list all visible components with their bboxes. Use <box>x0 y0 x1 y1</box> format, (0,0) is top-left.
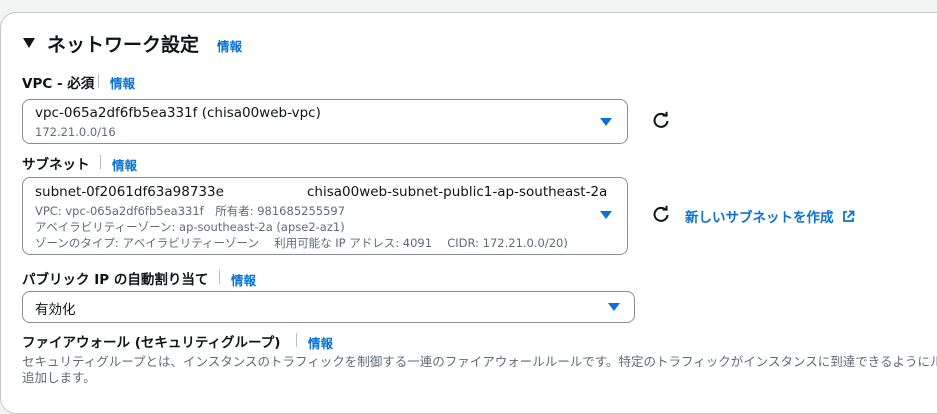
public-ip-select-value: 有効化 <box>35 302 76 318</box>
section-title: ネットワーク設定 <box>47 34 200 56</box>
external-link-icon <box>842 210 854 222</box>
vpc-info-link[interactable]: 情報 <box>110 73 135 92</box>
section-info-link[interactable]: 情報 <box>217 36 242 55</box>
subnet-zone-info: ゾーンのタイプ: アベイラビリティーゾーン 利用可能な IP アドレス: 409… <box>35 236 568 250</box>
public-ip-label: パブリック IP の自動割り当て <box>22 272 209 288</box>
network-settings-panel: ネットワーク設定 情報 VPC - 必須 情報 vpc-065a2df6fb5e… <box>0 12 937 414</box>
subnet-select[interactable]: subnet-0f2061df63a98733e chisa00web-subn… <box>22 177 628 255</box>
divider <box>219 270 220 284</box>
subnet-info-link[interactable]: 情報 <box>112 155 137 174</box>
refresh-icon[interactable] <box>651 205 671 225</box>
firewall-description-line1: セキュリティグループとは、インスタンスのトラフィックを制御する一連のファイアウォ… <box>22 354 937 369</box>
caret-down-icon[interactable] <box>22 37 36 49</box>
vpc-select[interactable]: vpc-065a2df6fb5ea331f (chisa00web-vpc) 1… <box>22 99 628 144</box>
subnet-id: subnet-0f2061df63a98733e <box>35 184 224 200</box>
create-subnet-label: 新しいサブネットを作成 <box>685 210 834 226</box>
vpc-select-value: vpc-065a2df6fb5ea331f (chisa00web-vpc) <box>35 105 321 121</box>
divider <box>98 74 99 88</box>
create-subnet-link[interactable]: 新しいサブネットを作成 <box>685 206 855 226</box>
chevron-down-icon <box>600 118 612 126</box>
firewall-label: ファイアウォール (セキュリティグループ) <box>22 335 281 351</box>
refresh-icon[interactable] <box>651 111 671 131</box>
firewall-info-link[interactable]: 情報 <box>308 333 333 352</box>
vpc-cidr: 172.21.0.0/16 <box>35 125 116 139</box>
public-ip-info-link[interactable]: 情報 <box>231 270 256 289</box>
subnet-az: アベイラビリティーゾーン: ap-southeast-2a (apse2-az1… <box>35 220 345 234</box>
subnet-name: chisa00web-subnet-public1-ap-southeast-2… <box>307 184 608 200</box>
divider <box>100 155 101 169</box>
chevron-down-icon <box>608 303 620 311</box>
vpc-label: VPC - 必須 <box>22 76 95 92</box>
firewall-description-line2: 追加します。 <box>22 370 96 385</box>
subnet-vpc-owner: VPC: vpc-065a2df6fb5ea331f 所有者: 98168525… <box>35 204 346 218</box>
public-ip-select[interactable]: 有効化 <box>22 291 635 323</box>
chevron-down-icon <box>600 211 612 219</box>
subnet-label: サブネット <box>22 157 90 173</box>
divider <box>296 333 297 347</box>
